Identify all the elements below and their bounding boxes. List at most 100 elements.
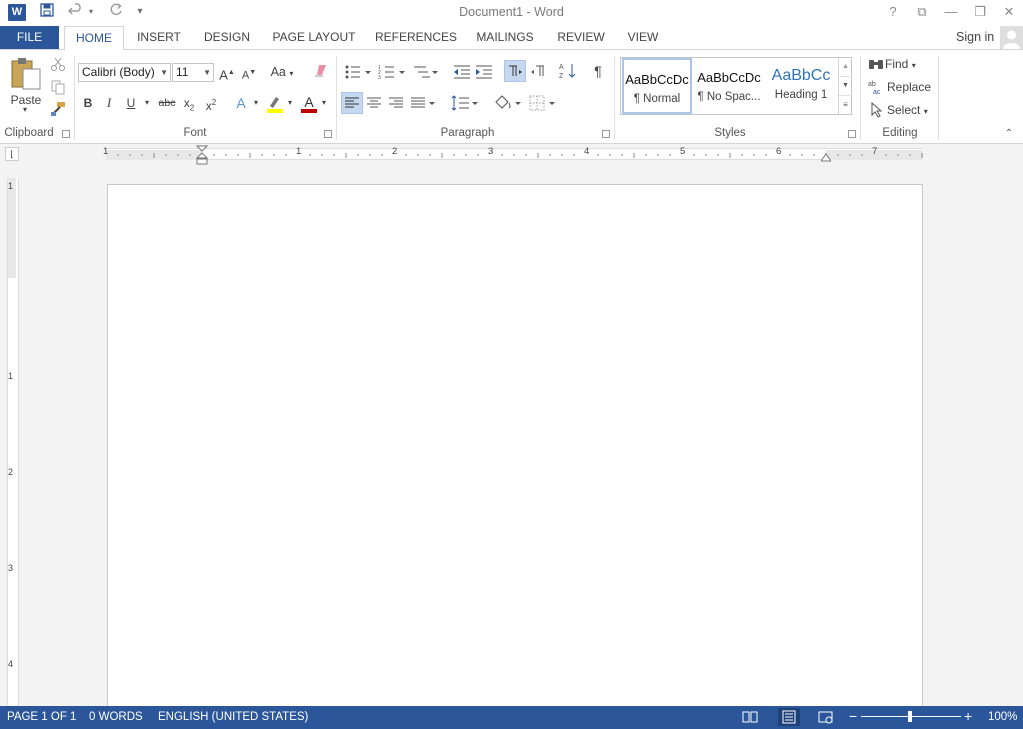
- left-to-right-icon[interactable]: [504, 60, 526, 82]
- tab-home[interactable]: HOME: [64, 26, 124, 50]
- styles-gallery-scroll: ▲ ▼ ≡: [838, 58, 852, 114]
- highlight-icon[interactable]: [265, 94, 285, 114]
- chevron-down-icon[interactable]: ▼: [160, 64, 168, 81]
- read-mode-icon[interactable]: [742, 709, 758, 725]
- right-to-left-icon[interactable]: [528, 61, 548, 81]
- ruler-number: 1: [103, 146, 109, 157]
- shrink-font-button[interactable]: A▼: [240, 63, 258, 83]
- superscript-button[interactable]: x2: [202, 93, 220, 113]
- text-effects-button[interactable]: A: [232, 93, 250, 113]
- zoom-in-button[interactable]: +: [964, 708, 972, 724]
- close-icon[interactable]: ✕: [996, 2, 1022, 22]
- numbering-icon[interactable]: 123: [378, 63, 408, 81]
- font-color-dropdown-icon[interactable]: ▾: [320, 93, 328, 113]
- page-count-status[interactable]: PAGE 1 OF 1: [7, 711, 76, 723]
- subscript-button[interactable]: x2: [180, 93, 198, 113]
- horizontal-ruler[interactable]: [106, 148, 923, 160]
- collapse-ribbon-icon[interactable]: ⌃: [1003, 129, 1015, 139]
- text-effects-dropdown-icon[interactable]: ▾: [252, 93, 260, 113]
- language-status[interactable]: ENGLISH (UNITED STATES): [158, 711, 308, 723]
- multilevel-list-icon[interactable]: [412, 63, 440, 81]
- more-styles-icon[interactable]: ≡: [839, 95, 852, 114]
- print-layout-icon[interactable]: [778, 708, 800, 726]
- ruler-number: 2: [392, 146, 398, 157]
- group-separator: [860, 56, 861, 140]
- format-painter-icon[interactable]: [50, 101, 66, 117]
- styles-dialog-launcher[interactable]: [848, 130, 856, 138]
- line-spacing-icon[interactable]: [450, 93, 480, 113]
- sort-icon[interactable]: AZ: [558, 61, 578, 81]
- style-no-spacing[interactable]: AaBbCcDc ¶ No Spac...: [694, 58, 764, 114]
- tab-references[interactable]: REFERENCES: [374, 26, 458, 49]
- cut-icon[interactable]: [50, 56, 66, 72]
- tab-insert[interactable]: INSERT: [134, 26, 184, 49]
- indent-marker-icon[interactable]: [195, 145, 209, 165]
- select-button[interactable]: Select ▾: [887, 100, 937, 120]
- sign-in-link[interactable]: Sign in: [956, 30, 994, 44]
- clear-formatting-icon[interactable]: [311, 62, 331, 82]
- underline-dropdown-icon[interactable]: ▾: [142, 93, 152, 113]
- document-page[interactable]: [107, 184, 923, 714]
- paragraph-dialog-launcher[interactable]: [602, 130, 610, 138]
- borders-icon[interactable]: [528, 93, 558, 113]
- help-icon[interactable]: ?: [880, 2, 906, 22]
- replace-button[interactable]: Replace: [887, 77, 937, 97]
- shading-icon[interactable]: [492, 93, 522, 113]
- zoom-slider-thumb[interactable]: [908, 711, 912, 722]
- avatar[interactable]: [1000, 26, 1023, 49]
- italic-button[interactable]: I: [101, 93, 117, 113]
- zoom-level[interactable]: 100%: [988, 711, 1017, 723]
- chevron-down-icon[interactable]: ▼: [203, 64, 211, 81]
- tab-design[interactable]: DESIGN: [198, 26, 256, 49]
- bullets-icon[interactable]: [344, 63, 374, 81]
- highlight-dropdown-icon[interactable]: ▾: [286, 93, 294, 113]
- font-color-button[interactable]: A: [299, 94, 319, 114]
- word-count-status[interactable]: 0 WORDS: [89, 711, 143, 723]
- find-button[interactable]: Find ▾: [885, 54, 935, 74]
- paragraph-group-label: Paragraph: [440, 127, 495, 139]
- web-layout-icon[interactable]: [818, 709, 834, 725]
- style-heading-1[interactable]: AaBbCc Heading 1: [766, 58, 836, 114]
- align-center-icon[interactable]: [364, 93, 384, 113]
- tab-selector-icon[interactable]: ⌊: [5, 147, 19, 161]
- zoom-out-button[interactable]: −: [849, 708, 857, 724]
- vertical-ruler-number: 3: [8, 563, 14, 573]
- restore-icon[interactable]: ❐: [967, 2, 993, 22]
- copy-icon[interactable]: [50, 79, 66, 95]
- align-right-icon[interactable]: [386, 93, 406, 113]
- paste-icon[interactable]: [9, 56, 43, 90]
- font-size-combo[interactable]: 11 ▼: [172, 63, 214, 82]
- vertical-ruler[interactable]: [7, 178, 19, 706]
- tab-mailings[interactable]: MAILINGS: [470, 26, 540, 49]
- strikethrough-button[interactable]: abc: [156, 93, 178, 113]
- bold-button[interactable]: B: [80, 93, 96, 113]
- group-separator: [336, 56, 337, 140]
- decrease-indent-icon[interactable]: [452, 63, 472, 81]
- clipboard-group-label: Clipboard: [4, 127, 54, 139]
- show-formatting-marks-button[interactable]: ¶: [589, 61, 607, 81]
- scroll-down-icon[interactable]: ▼: [839, 76, 852, 95]
- replace-icon: ab ac: [868, 79, 884, 96]
- grow-font-button[interactable]: A▲: [218, 63, 236, 83]
- tab-view[interactable]: VIEW: [622, 26, 664, 49]
- font-name-combo[interactable]: Calibri (Body) ▼: [78, 63, 171, 82]
- tab-page-layout[interactable]: PAGE LAYOUT: [268, 26, 360, 49]
- right-indent-marker-icon[interactable]: [820, 151, 832, 162]
- underline-button[interactable]: U: [123, 93, 139, 113]
- paste-dropdown-icon[interactable]: ▾: [20, 104, 30, 116]
- align-left-icon[interactable]: [341, 92, 363, 114]
- font-dialog-launcher[interactable]: [324, 130, 332, 138]
- svg-text:3: 3: [378, 75, 381, 81]
- ribbon-display-options-icon[interactable]: ⧉: [909, 2, 935, 22]
- change-case-button[interactable]: Aa ▾: [267, 62, 297, 82]
- tab-file[interactable]: FILE: [0, 26, 59, 49]
- increase-indent-icon[interactable]: [474, 63, 494, 81]
- ruler-ticks: [106, 150, 923, 160]
- styles-group-label: Styles: [714, 127, 746, 139]
- minimize-icon[interactable]: —: [938, 2, 964, 22]
- tab-review[interactable]: REVIEW: [552, 26, 610, 49]
- scroll-up-icon[interactable]: ▲: [839, 58, 852, 76]
- justify-icon[interactable]: [408, 93, 436, 113]
- style-normal[interactable]: AaBbCcDc ¶ Normal: [622, 58, 692, 114]
- clipboard-dialog-launcher[interactable]: [62, 130, 70, 138]
